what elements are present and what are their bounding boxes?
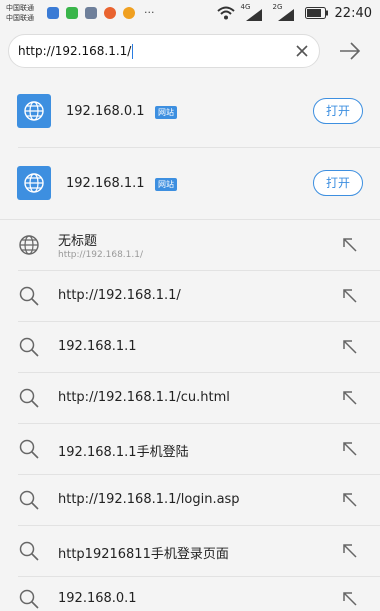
- fill-arrow-icon[interactable]: [342, 237, 358, 253]
- fill-arrow-icon[interactable]: [342, 543, 358, 559]
- app-notification-icon: [104, 7, 116, 19]
- site-name: 192.168.0.1: [66, 104, 145, 119]
- site-result-2[interactable]: 192.168.1.1 网站 打开: [0, 148, 380, 218]
- search-suggestion[interactable]: 192.168.0.1: [0, 577, 380, 611]
- open-button[interactable]: 打开: [313, 170, 363, 196]
- search-icon: [19, 541, 39, 561]
- fill-arrow-icon[interactable]: [342, 441, 358, 457]
- system-status: 4G 2G 22:40: [216, 3, 372, 22]
- globe-icon: [17, 94, 51, 128]
- signal-4g-icon: 4G: [241, 3, 267, 22]
- app-notification-icon: [85, 7, 97, 19]
- search-icon: [19, 388, 39, 408]
- suggestion-title: 192.168.1.1: [58, 339, 137, 354]
- clock: 22:40: [334, 5, 372, 21]
- search-suggestion[interactable]: http://192.168.1.1/login.asp: [0, 475, 380, 525]
- search-suggestion[interactable]: 192.168.1.1手机登陆: [0, 424, 380, 474]
- site-tag-badge: 网站: [155, 106, 177, 119]
- address-bar[interactable]: http://192.168.1.1/: [8, 34, 320, 68]
- site-result-1[interactable]: 192.168.0.1 网站 打开: [0, 76, 380, 146]
- history-suggestion[interactable]: 无标题 http://192.168.1.1/: [0, 220, 380, 270]
- carrier-labels: 中国联通 中国联通: [6, 3, 34, 23]
- search-icon: [19, 490, 39, 510]
- suggestion-title: 192.168.1.1手机登陆: [58, 445, 189, 460]
- globe-icon: [19, 235, 39, 255]
- search-suggestion[interactable]: 192.168.1.1: [0, 322, 380, 372]
- wechat-icon: [66, 7, 78, 19]
- close-icon[interactable]: [295, 44, 309, 58]
- fill-arrow-icon[interactable]: [342, 339, 358, 355]
- fill-arrow-icon[interactable]: [342, 492, 358, 508]
- search-suggestion[interactable]: http://192.168.1.1/cu.html: [0, 373, 380, 423]
- more-notifications-icon: ···: [144, 6, 155, 19]
- search-icon: [19, 286, 39, 306]
- search-suggestion[interactable]: http19216811手机登录页面: [0, 526, 380, 576]
- address-input[interactable]: http://192.168.1.1/: [18, 44, 134, 59]
- globe-icon: [17, 166, 51, 200]
- fill-arrow-icon[interactable]: [342, 288, 358, 304]
- site-name: 192.168.1.1: [66, 176, 145, 191]
- open-button[interactable]: 打开: [313, 98, 363, 124]
- suggestion-title: http://192.168.1.1/: [58, 288, 181, 303]
- suggestion-title: 无标题: [58, 234, 98, 249]
- search-suggestion[interactable]: http://192.168.1.1/: [0, 271, 380, 321]
- carrier-2: 中国联通: [6, 14, 34, 22]
- suggestion-title: http://192.168.1.1/cu.html: [58, 390, 230, 405]
- arrow-right-icon[interactable]: [338, 40, 362, 62]
- suggestion-title: http://192.168.1.1/login.asp: [58, 492, 240, 507]
- site-tag-badge: 网站: [155, 178, 177, 191]
- fill-arrow-icon[interactable]: [342, 390, 358, 406]
- fill-arrow-icon[interactable]: [342, 591, 358, 607]
- app-notification-icon: [47, 7, 59, 19]
- weibo-icon: [123, 7, 135, 19]
- search-icon: [19, 337, 39, 357]
- suggestion-url: http://192.168.1.1/: [58, 250, 143, 260]
- suggestion-title: 192.168.0.1: [58, 591, 137, 606]
- search-icon: [19, 439, 39, 459]
- text-caret: [132, 44, 134, 59]
- status-bar: 中国联通 中国联通 ··· 4G 2G 22:40: [0, 0, 380, 27]
- notification-icons: ···: [47, 7, 155, 19]
- wifi-icon: [216, 6, 235, 20]
- battery-icon: [304, 7, 328, 19]
- signal-2g-icon: 2G: [273, 3, 299, 22]
- search-icon: [19, 589, 39, 609]
- suggestion-title: http19216811手机登录页面: [58, 547, 229, 562]
- carrier-1: 中国联通: [6, 4, 34, 12]
